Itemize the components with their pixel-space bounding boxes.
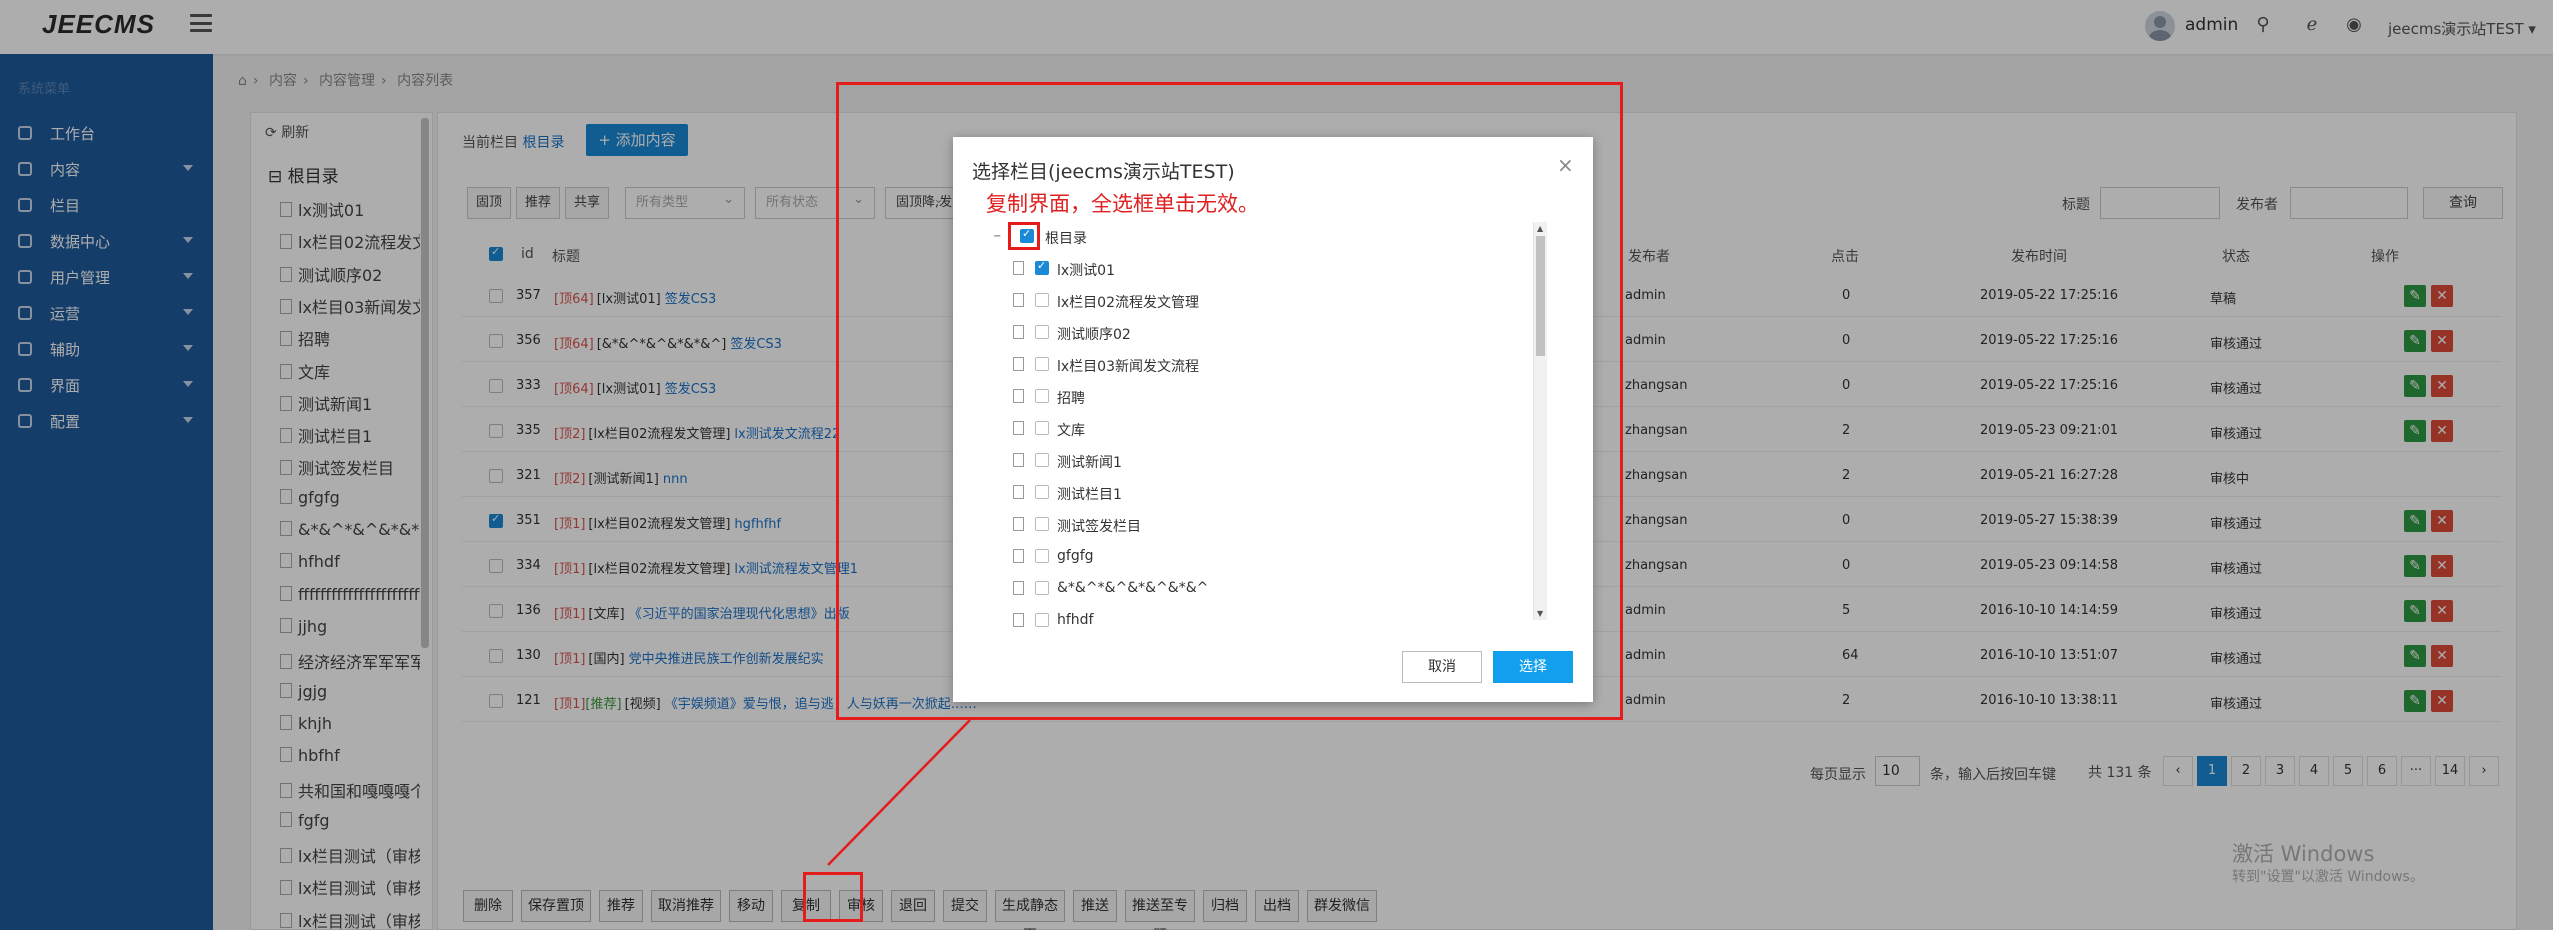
windows-activation-title: 激活 Windows	[2232, 842, 2375, 866]
annotation-checkbox-box	[1008, 222, 1040, 250]
annotation-copy-box	[803, 872, 863, 922]
windows-activation-subtitle: 转到"设置"以激活 Windows。	[2232, 869, 2424, 885]
annotation-arrow	[827, 719, 971, 866]
annotation-dialog-box	[836, 82, 1623, 720]
